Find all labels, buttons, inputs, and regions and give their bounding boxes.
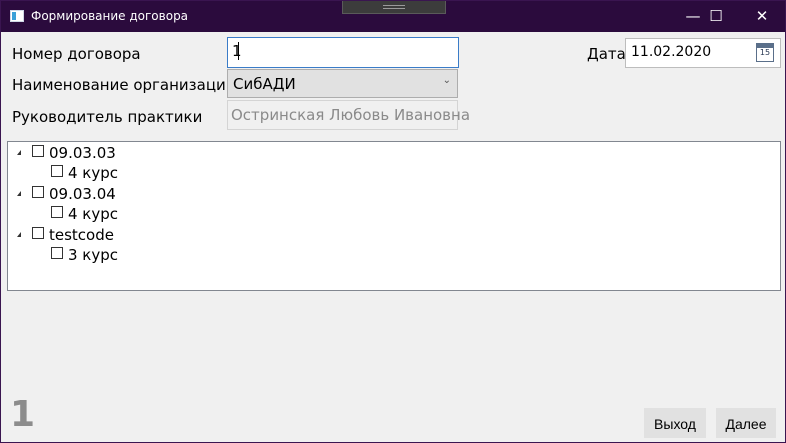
contract-window: Формирование договора — ☐ ✕ Номер догово…	[0, 0, 786, 443]
maximize-button[interactable]: ☐	[693, 1, 739, 32]
contract-number-input[interactable]: 1	[227, 37, 459, 68]
tree-node-label: 09.03.03	[49, 144, 116, 162]
tree-checkbox[interactable]	[32, 227, 44, 239]
next-button[interactable]: Далее	[716, 408, 776, 438]
text-caret	[238, 42, 239, 60]
organization-label: Наименование организации	[12, 76, 236, 94]
date-value: 11.02.2020	[631, 44, 712, 60]
calendar-icon[interactable]: 15	[756, 43, 774, 62]
drag-grip[interactable]	[342, 1, 446, 14]
tree-checkbox[interactable]	[51, 206, 63, 218]
tree-node-label: testcode	[49, 226, 114, 244]
tree-node[interactable]: 09.03.03	[8, 142, 778, 162]
contract-number-value: 1	[232, 42, 242, 60]
organization-select[interactable]: СибАДИ ⌄	[227, 69, 458, 98]
collapse-arrow-icon[interactable]	[17, 232, 21, 237]
app-icon	[10, 10, 24, 22]
tree-checkbox[interactable]	[32, 186, 44, 198]
tree-child-node[interactable]: 3 курс	[8, 244, 778, 264]
tree-node-label: 4 курс	[68, 205, 119, 223]
tree-checkbox[interactable]	[32, 145, 44, 157]
tree-node-label: 3 курс	[68, 246, 119, 264]
tree-node-label: 4 курс	[68, 164, 119, 182]
organization-value: СибАДИ	[233, 75, 296, 93]
tree-checkbox[interactable]	[51, 247, 63, 259]
chevron-down-icon: ⌄	[442, 75, 451, 86]
tree-node[interactable]: 09.03.04	[8, 183, 778, 203]
tree-child-node[interactable]: 4 курс	[8, 162, 778, 182]
date-picker[interactable]: 11.02.2020 15	[625, 38, 781, 68]
window-title: Формирование договора	[31, 9, 189, 23]
tree-checkbox[interactable]	[51, 165, 63, 177]
tree-child-node[interactable]: 4 курс	[8, 203, 778, 223]
collapse-arrow-icon[interactable]	[17, 150, 21, 155]
supervisor-field: Остринская Любовь Ивановна	[227, 100, 470, 130]
exit-button[interactable]: Выход	[644, 408, 706, 438]
specialty-tree[interactable]: 09.03.03 4 курс 09.03.04 4 курс testcode…	[7, 141, 781, 291]
contract-number-label: Номер договора	[12, 45, 141, 63]
contract-counter: 1	[10, 394, 36, 435]
supervisor-label: Руководитель практики	[12, 108, 203, 126]
collapse-arrow-icon[interactable]	[17, 191, 21, 196]
close-button[interactable]: ✕	[739, 1, 785, 32]
tree-node-label: 09.03.04	[49, 185, 116, 203]
supervisor-value: Остринская Любовь Ивановна	[231, 106, 471, 124]
tree-node[interactable]: testcode	[8, 224, 778, 244]
date-label: Дата	[587, 45, 626, 63]
title-bar[interactable]: Формирование договора — ☐ ✕	[1, 1, 785, 32]
